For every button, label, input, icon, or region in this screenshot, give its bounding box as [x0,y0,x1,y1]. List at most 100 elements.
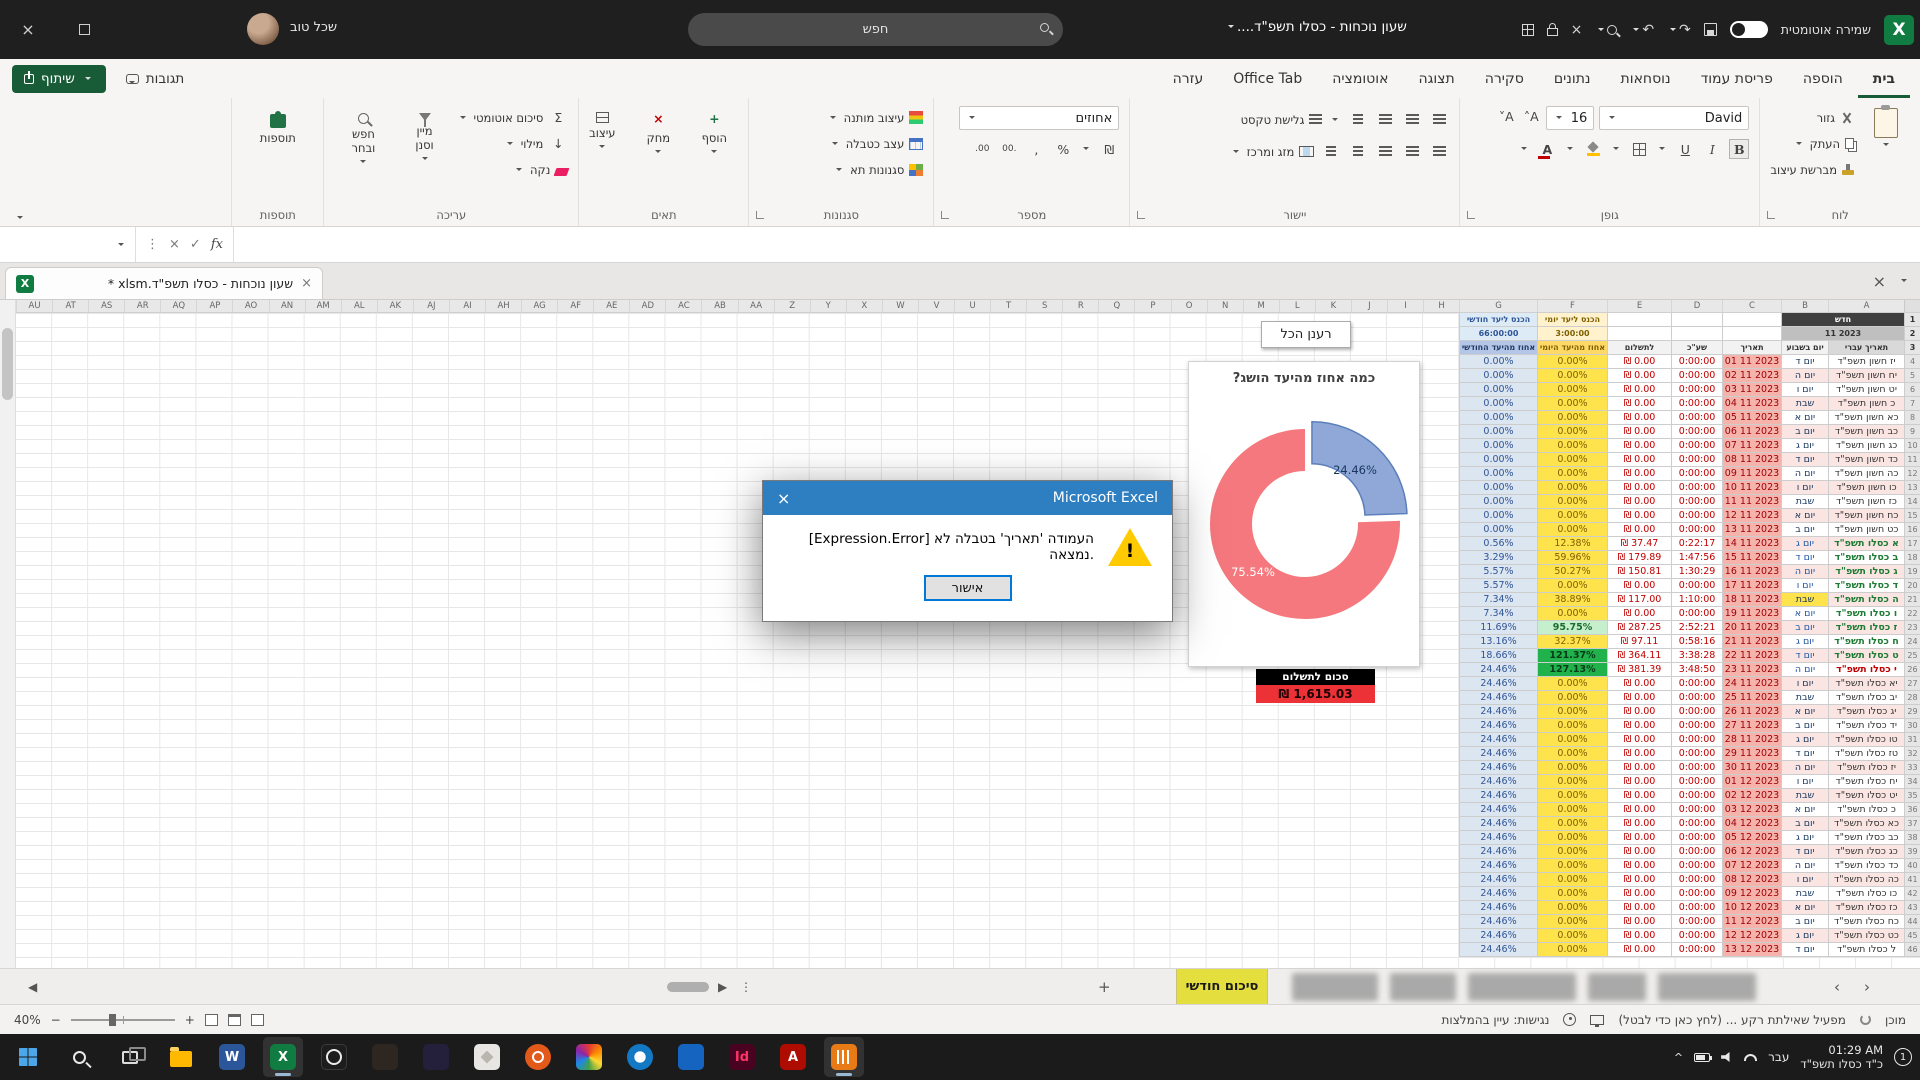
empty-cell[interactable] [1671,313,1722,327]
monthly-percent-cell[interactable]: 24.46% [1459,845,1537,859]
column-header[interactable]: AH [485,300,521,312]
pay-cell[interactable]: ₪ 0.00 [1607,747,1671,761]
date-cell[interactable]: 15 11 2023 [1722,551,1781,565]
hours-cell[interactable]: 0:00:00 [1671,369,1722,383]
pay-cell[interactable]: ₪ 0.00 [1607,817,1671,831]
dialog-launcher-icon[interactable] [1467,211,1475,219]
pay-cell[interactable]: ₪ 0.00 [1607,719,1671,733]
hebrew-date-cell[interactable]: כה חשון תשפ"ד [1828,467,1904,481]
find-button[interactable] [1595,25,1617,35]
ribbon-tab[interactable]: אוטומציה [1317,59,1403,98]
hebrew-date-cell[interactable]: יט חשון תשפ"ד [1828,383,1904,397]
month-cell[interactable]: 11 2023 [1781,327,1904,341]
weekday-cell[interactable]: יום א [1781,411,1828,425]
column-header[interactable]: AP [196,300,232,312]
taskbar-app[interactable] [467,1037,507,1077]
dialog-launcher-icon[interactable] [941,211,949,219]
number-format-combo[interactable]: אחוזים [959,106,1119,130]
column-header[interactable]: AI [449,300,485,312]
column-header[interactable]: X [846,300,882,312]
pay-cell[interactable]: ₪ 0.00 [1607,677,1671,691]
hebrew-date-cell[interactable]: כג חשון תשפ"ד [1828,439,1904,453]
date-cell[interactable]: 01 12 2023 [1722,775,1781,789]
pay-cell[interactable]: ₪ 0.00 [1607,495,1671,509]
monthly-percent-cell[interactable]: 0.00% [1459,453,1537,467]
row-header[interactable]: 1 [1904,313,1920,327]
hours-cell[interactable]: 0:00:00 [1671,453,1722,467]
ok-button[interactable]: אישור [924,575,1012,601]
daily-percent-cell[interactable]: 0.00% [1537,817,1607,831]
align-top-button[interactable] [1429,110,1449,130]
monthly-percent-cell[interactable]: 24.46% [1459,859,1537,873]
pay-cell[interactable]: ₪ 179.89 [1607,551,1671,565]
column-header[interactable]: V [918,300,954,312]
share-button[interactable]: שיתוף [12,65,106,93]
daily-percent-cell[interactable]: 12.38% [1537,537,1607,551]
taskbar-app[interactable] [8,1037,48,1077]
daily-percent-cell[interactable]: 0.00% [1537,397,1607,411]
scroll-right-button[interactable]: ▶ [718,969,727,1004]
pay-cell[interactable]: ₪ 0.00 [1607,355,1671,369]
monthly-percent-cell[interactable]: 24.46% [1459,873,1537,887]
hebrew-date-cell[interactable]: יד כסלו תשפ"ד [1828,719,1904,733]
pay-cell[interactable]: ₪ 0.00 [1607,929,1671,943]
daily-percent-cell[interactable]: 0.00% [1537,481,1607,495]
column-header[interactable]: J [1351,300,1387,312]
weekday-cell[interactable]: שבת [1781,789,1828,803]
hebrew-date-cell[interactable]: כט כסלו תשפ"ד [1828,929,1904,943]
daily-percent-cell[interactable]: 127.13% [1537,663,1607,677]
column-header[interactable]: C [1722,300,1781,312]
daily-percent-cell[interactable]: 0.00% [1537,789,1607,803]
column-header[interactable]: T [990,300,1026,312]
hours-cell[interactable]: 0:00:00 [1671,509,1722,523]
save-button[interactable] [1704,23,1717,36]
column-header[interactable]: E [1607,300,1671,312]
row-header[interactable]: 22 [1904,607,1920,621]
hebrew-date-cell[interactable]: ד כסלו תשפ"ד [1828,579,1904,593]
hebrew-date-cell[interactable]: יח חשון תשפ"ד [1828,369,1904,383]
lock-button[interactable] [1547,23,1558,36]
date-cell[interactable]: 19 11 2023 [1722,607,1781,621]
hours-cell[interactable]: 0:00:00 [1671,523,1722,537]
weekday-cell[interactable]: שבת [1781,397,1828,411]
wrap-text-button[interactable]: גלישת טקסט [1241,108,1323,131]
column-header[interactable]: AN [269,300,305,312]
header-date[interactable]: תאריך [1722,341,1781,355]
daily-percent-cell[interactable]: 0.00% [1537,901,1607,915]
monthly-percent-cell[interactable]: 0.00% [1459,383,1537,397]
taskbar-app[interactable]: Id [722,1037,762,1077]
italic-button[interactable]: I [1702,139,1722,159]
monthly-percent-cell[interactable]: 13.16% [1459,635,1537,649]
header-daily-percent[interactable]: אחוז מהיעד היומי [1537,341,1607,355]
row-header[interactable]: 29 [1904,705,1920,719]
ribbon-tab[interactable]: נוסחאות [1606,59,1686,98]
date-cell[interactable]: 03 11 2023 [1722,383,1781,397]
row-header[interactable]: 27 [1904,677,1920,691]
daily-percent-cell[interactable]: 0.00% [1537,453,1607,467]
monthly-percent-cell[interactable]: 24.46% [1459,719,1537,733]
hours-cell[interactable]: 0:22:17 [1671,537,1722,551]
dialog-launcher-icon[interactable] [1767,211,1775,219]
hebrew-date-cell[interactable]: כא חשון תשפ"ד [1828,411,1904,425]
weekday-cell[interactable]: יום ד [1781,453,1828,467]
daily-percent-cell[interactable]: 0.00% [1537,761,1607,775]
hebrew-date-cell[interactable]: י כסלו תשפ"ד [1828,663,1904,677]
pay-cell[interactable]: ₪ 37.47 [1607,537,1671,551]
bold-button[interactable]: B [1729,139,1749,159]
column-header[interactable]: W [882,300,918,312]
hours-cell[interactable]: 2:52:21 [1671,621,1722,635]
scroll-left-button[interactable]: ◀ [28,969,37,1004]
daily-percent-cell[interactable]: 0.00% [1537,677,1607,691]
confirm-entry-button[interactable]: ✓ [190,237,201,252]
vertical-scrollbar[interactable] [0,300,16,968]
monthly-percent-cell[interactable]: 24.46% [1459,677,1537,691]
daily-percent-cell[interactable]: 0.00% [1537,383,1607,397]
column-header[interactable]: AA [738,300,774,312]
daily-percent-cell[interactable]: 0.00% [1537,411,1607,425]
date-cell[interactable]: 24 11 2023 [1722,677,1781,691]
percent-style-button[interactable]: % [1053,139,1073,159]
date-cell[interactable]: 20 11 2023 [1722,621,1781,635]
date-cell[interactable]: 02 11 2023 [1722,369,1781,383]
hours-cell[interactable]: 0:00:00 [1671,747,1722,761]
pay-cell[interactable]: ₪ 0.00 [1607,789,1671,803]
